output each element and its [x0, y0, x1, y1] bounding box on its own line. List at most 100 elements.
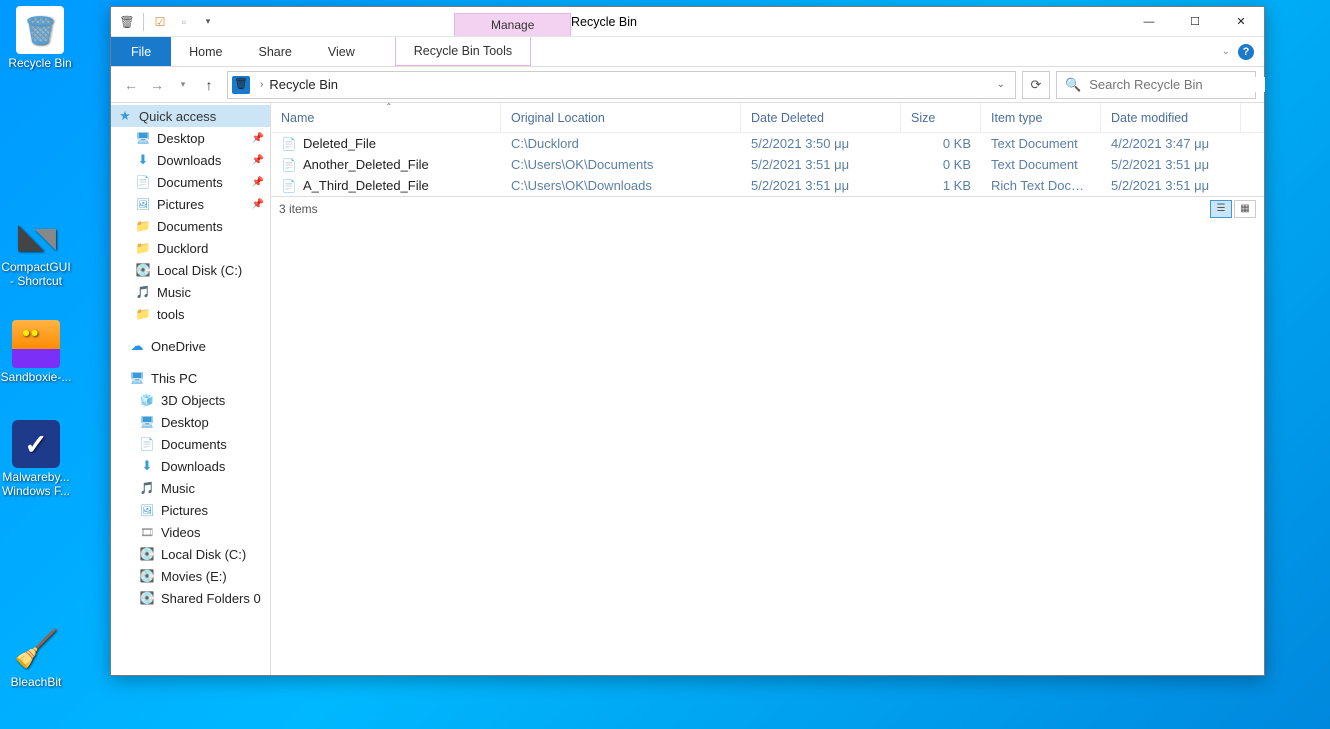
file-row[interactable]: Deleted_FileC:\Ducklord5/2/2021 3:50 μμ0… — [271, 133, 1264, 154]
desktop-icon-compactgui[interactable]: CompactGUI - Shortcut — [0, 210, 72, 288]
nav-quick-access[interactable]: Quick access — [111, 105, 270, 127]
file-row[interactable]: Another_Deleted_FileC:\Users\OK\Document… — [271, 154, 1264, 175]
search-box[interactable]: 🔍 — [1056, 71, 1256, 99]
nav-item-downloads[interactable]: Downloads — [111, 455, 270, 477]
drive-icon — [135, 262, 151, 278]
nav-item-tools[interactable]: tools — [111, 303, 270, 325]
view-large-button[interactable]: ▦ — [1234, 200, 1256, 218]
navigation-pane[interactable]: Quick access Desktop📌Downloads📌Documents… — [111, 103, 271, 675]
pic-icon — [135, 196, 151, 212]
col-header-date-deleted[interactable]: Date Deleted — [741, 103, 901, 132]
col-header-item-type[interactable]: Item type — [981, 103, 1101, 132]
view-details-button[interactable]: ☰ — [1210, 200, 1232, 218]
refresh-button[interactable]: ⟳ — [1022, 71, 1050, 99]
pin-icon: 📌 — [252, 133, 264, 144]
context-tab-manage[interactable]: Manage — [454, 13, 571, 36]
nav-item-music[interactable]: Music — [111, 281, 270, 303]
file-size: 1 KB — [901, 178, 981, 193]
address-dropdown-icon[interactable]: ⌄ — [991, 79, 1011, 90]
maximize-button[interactable]: ☐ — [1172, 7, 1218, 37]
file-row[interactable]: A_Third_Deleted_FileC:\Users\OK\Download… — [271, 175, 1264, 196]
breadcrumb-recycle-bin[interactable]: Recycle Bin — [269, 77, 338, 92]
bleachbit-icon — [12, 625, 60, 673]
ribbon-expand-icon[interactable]: ⌄ — [1222, 46, 1230, 57]
nav-item-label: Videos — [161, 525, 201, 540]
nav-item-label: 3D Objects — [161, 393, 225, 408]
nav-item-label: Music — [157, 285, 191, 300]
file-date-modified: 4/2/2021 3:47 μμ — [1101, 136, 1241, 151]
nav-back-button[interactable]: ← — [119, 73, 143, 97]
qat-newfolder-button[interactable]: ▫ — [174, 12, 194, 32]
qat-customize-button[interactable]: ▾ — [198, 12, 218, 32]
desktop-icon-label: CompactGUI - Shortcut — [0, 260, 72, 288]
desktop-icon-sandboxie[interactable]: Sandboxie-... — [0, 320, 72, 384]
ribbon-tabs: File Home Share View Recycle Bin Tools ⌄… — [111, 37, 1264, 67]
col-header-name[interactable]: Name⌃ — [271, 103, 501, 132]
explorer-window: 🗑 ☑ ▫ ▾ Manage Recycle Bin ― ☐ ✕ File Ho… — [110, 6, 1265, 676]
ribbon-tab-view[interactable]: View — [310, 37, 373, 66]
nav-item-local-disk-c-[interactable]: Local Disk (C:) — [111, 543, 270, 565]
file-type: Text Document — [981, 136, 1101, 151]
nav-up-button[interactable]: ↑ — [197, 73, 221, 97]
nav-item-desktop[interactable]: Desktop 📌 — [111, 127, 270, 149]
nav-item-label: Documents — [157, 175, 223, 190]
ribbon-tab-recycle-tools[interactable]: Recycle Bin Tools — [395, 37, 531, 66]
nav-item-movies-e-[interactable]: Movies (E:) — [111, 565, 270, 587]
music-icon — [139, 480, 155, 496]
search-input[interactable] — [1089, 77, 1265, 92]
nav-item-label: Documents — [161, 437, 227, 452]
ribbon-tab-file[interactable]: File — [111, 37, 171, 66]
nav-item-label: Pictures — [161, 503, 208, 518]
address-box[interactable]: › Recycle Bin ⌄ — [227, 71, 1016, 99]
nav-item-pictures[interactable]: Pictures📌 — [111, 193, 270, 215]
qat-app-icon[interactable]: 🗑 — [117, 12, 137, 32]
col-header-size[interactable]: Size — [901, 103, 981, 132]
file-date-modified: 5/2/2021 3:51 μμ — [1101, 157, 1241, 172]
star-icon — [117, 108, 133, 124]
nav-item-label: Documents — [157, 219, 223, 234]
nav-item-videos[interactable]: Videos — [111, 521, 270, 543]
nav-item-3d-objects[interactable]: 3D Objects — [111, 389, 270, 411]
nav-item-label: Local Disk (C:) — [157, 263, 242, 278]
nav-item-desktop[interactable]: Desktop — [111, 411, 270, 433]
nav-item-label: tools — [157, 307, 184, 322]
desktop-icon-recycle-bin[interactable]: Recycle Bin — [4, 6, 76, 70]
nav-item-documents[interactable]: Documents📌 — [111, 171, 270, 193]
doc-icon — [135, 174, 151, 190]
search-icon: 🔍 — [1065, 77, 1081, 93]
doc-icon — [139, 436, 155, 452]
nav-label: Quick access — [139, 109, 216, 124]
close-button[interactable]: ✕ — [1218, 7, 1264, 37]
nav-item-local-disk-c-[interactable]: Local Disk (C:) — [111, 259, 270, 281]
help-icon[interactable]: ? — [1238, 44, 1254, 60]
ribbon-tab-home[interactable]: Home — [171, 37, 240, 66]
file-original-location: C:\Users\OK\Downloads — [501, 178, 741, 193]
desktop-icon-malwarebytes[interactable]: Malwareby... Windows F... — [0, 420, 72, 498]
nav-label: This PC — [151, 371, 197, 386]
nav-item-documents[interactable]: Documents — [111, 433, 270, 455]
col-header-date-modified[interactable]: Date modified — [1101, 103, 1241, 132]
ribbon-tab-share[interactable]: Share — [241, 37, 310, 66]
nav-onedrive[interactable]: OneDrive — [111, 335, 270, 357]
status-bar: 3 items ☰ ▦ — [271, 196, 1264, 220]
nav-forward-button[interactable]: → — [145, 73, 169, 97]
nav-item-pictures[interactable]: Pictures — [111, 499, 270, 521]
nav-item-documents[interactable]: Documents — [111, 215, 270, 237]
file-icon — [281, 136, 297, 152]
nav-item-ducklord[interactable]: Ducklord — [111, 237, 270, 259]
qat-properties-button[interactable]: ☑ — [150, 12, 170, 32]
pc-icon — [129, 370, 145, 386]
col-header-original-location[interactable]: Original Location — [501, 103, 741, 132]
minimize-button[interactable]: ― — [1126, 7, 1172, 37]
nav-item-music[interactable]: Music — [111, 477, 270, 499]
nav-this-pc[interactable]: This PC — [111, 367, 270, 389]
desktop-icon — [139, 414, 155, 430]
pin-icon: 📌 — [252, 155, 264, 166]
nav-item-downloads[interactable]: Downloads📌 — [111, 149, 270, 171]
nav-item-shared-folders-0[interactable]: Shared Folders 0 — [111, 587, 270, 609]
nav-recent-button[interactable]: ▾ — [171, 73, 195, 97]
desktop-icon-bleachbit[interactable]: BleachBit — [0, 625, 72, 689]
nav-item-label: Desktop — [157, 131, 205, 146]
nav-item-label: Shared Folders 0 — [161, 591, 261, 606]
quick-access-toolbar: 🗑 ☑ ▫ ▾ — [111, 12, 224, 32]
